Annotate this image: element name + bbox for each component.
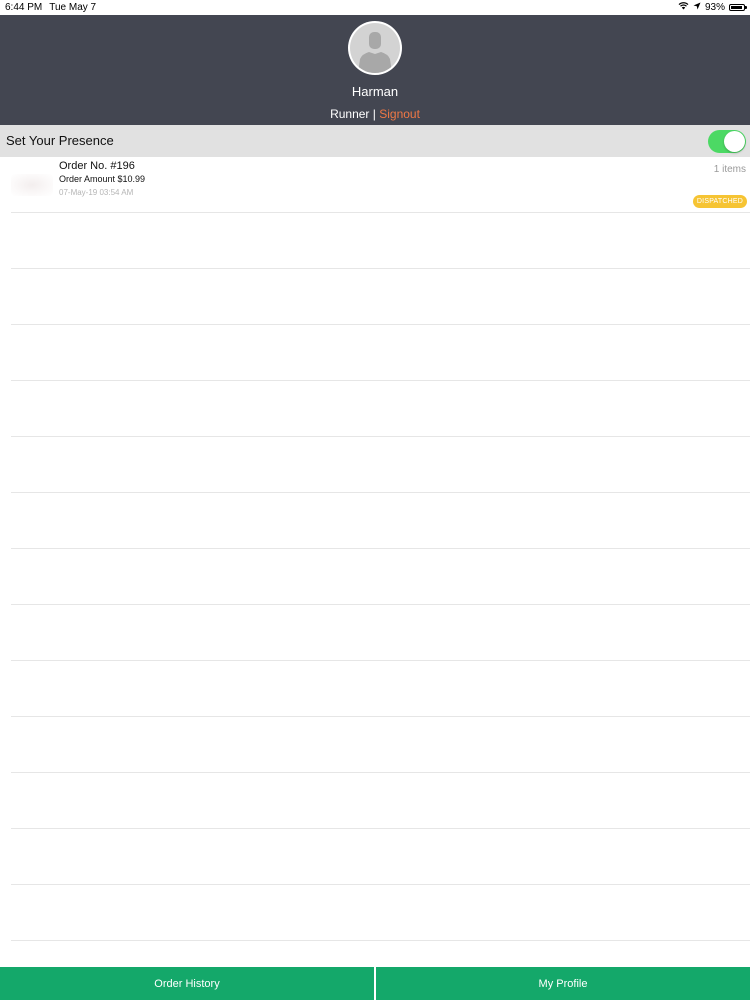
- role-line: Runner | Signout: [0, 107, 750, 121]
- location-arrow-icon: [693, 2, 701, 13]
- signout-link[interactable]: Signout: [379, 107, 420, 121]
- app-screen: 6:44 PM Tue May 7 93% Harman Runner | Si…: [0, 0, 750, 1000]
- order-amount: Order Amount $10.99: [59, 174, 146, 184]
- empty-row: [11, 773, 750, 829]
- order-row[interactable]: Order No. #196 Order Amount $10.99 07-Ma…: [11, 157, 750, 213]
- empty-row: [11, 661, 750, 717]
- empty-row: [11, 213, 750, 269]
- empty-row: [11, 829, 750, 885]
- empty-row: [11, 885, 750, 941]
- tab-my-profile[interactable]: My Profile: [376, 967, 750, 1000]
- presence-toggle[interactable]: [708, 130, 746, 153]
- empty-row: [11, 717, 750, 773]
- presence-row: Set Your Presence: [0, 125, 750, 157]
- profile-header: Harman Runner | Signout: [0, 15, 750, 125]
- avatar-placeholder-icon: [350, 23, 400, 73]
- tab-order-history[interactable]: Order History: [0, 967, 374, 1000]
- order-status-badge: DISPATCHED: [692, 195, 747, 208]
- empty-row: [11, 437, 750, 493]
- empty-row: [11, 381, 750, 437]
- toggle-knob: [724, 131, 745, 152]
- empty-row: [11, 605, 750, 661]
- empty-row: [11, 549, 750, 605]
- status-date: Tue May 7: [49, 2, 97, 13]
- status-bar: 6:44 PM Tue May 7 93%: [0, 0, 750, 15]
- status-right: 93%: [678, 1, 747, 13]
- order-list: Order No. #196 Order Amount $10.99 07-Ma…: [0, 157, 750, 967]
- tab-bar: Order History My Profile: [0, 967, 750, 1000]
- order-item-count: 1 items: [713, 164, 746, 175]
- order-date: 07-May-19 03:54 AM: [59, 188, 134, 197]
- wifi-icon: [678, 1, 689, 13]
- order-number: Order No. #196: [59, 160, 135, 172]
- empty-row: [11, 269, 750, 325]
- battery-percent: 93%: [704, 1, 725, 13]
- presence-label: Set Your Presence: [6, 133, 114, 148]
- status-time: 6:44 PM: [5, 2, 43, 13]
- battery-icon: [729, 3, 747, 11]
- user-name: Harman: [351, 84, 399, 99]
- status-left: 6:44 PM Tue May 7: [5, 2, 96, 13]
- battery-fill: [731, 5, 742, 9]
- empty-row: [11, 325, 750, 381]
- order-thumbnail: [11, 174, 53, 196]
- avatar[interactable]: [348, 21, 402, 75]
- empty-row: [11, 493, 750, 549]
- user-role: Runner: [330, 107, 370, 121]
- role-separator: |: [372, 107, 376, 121]
